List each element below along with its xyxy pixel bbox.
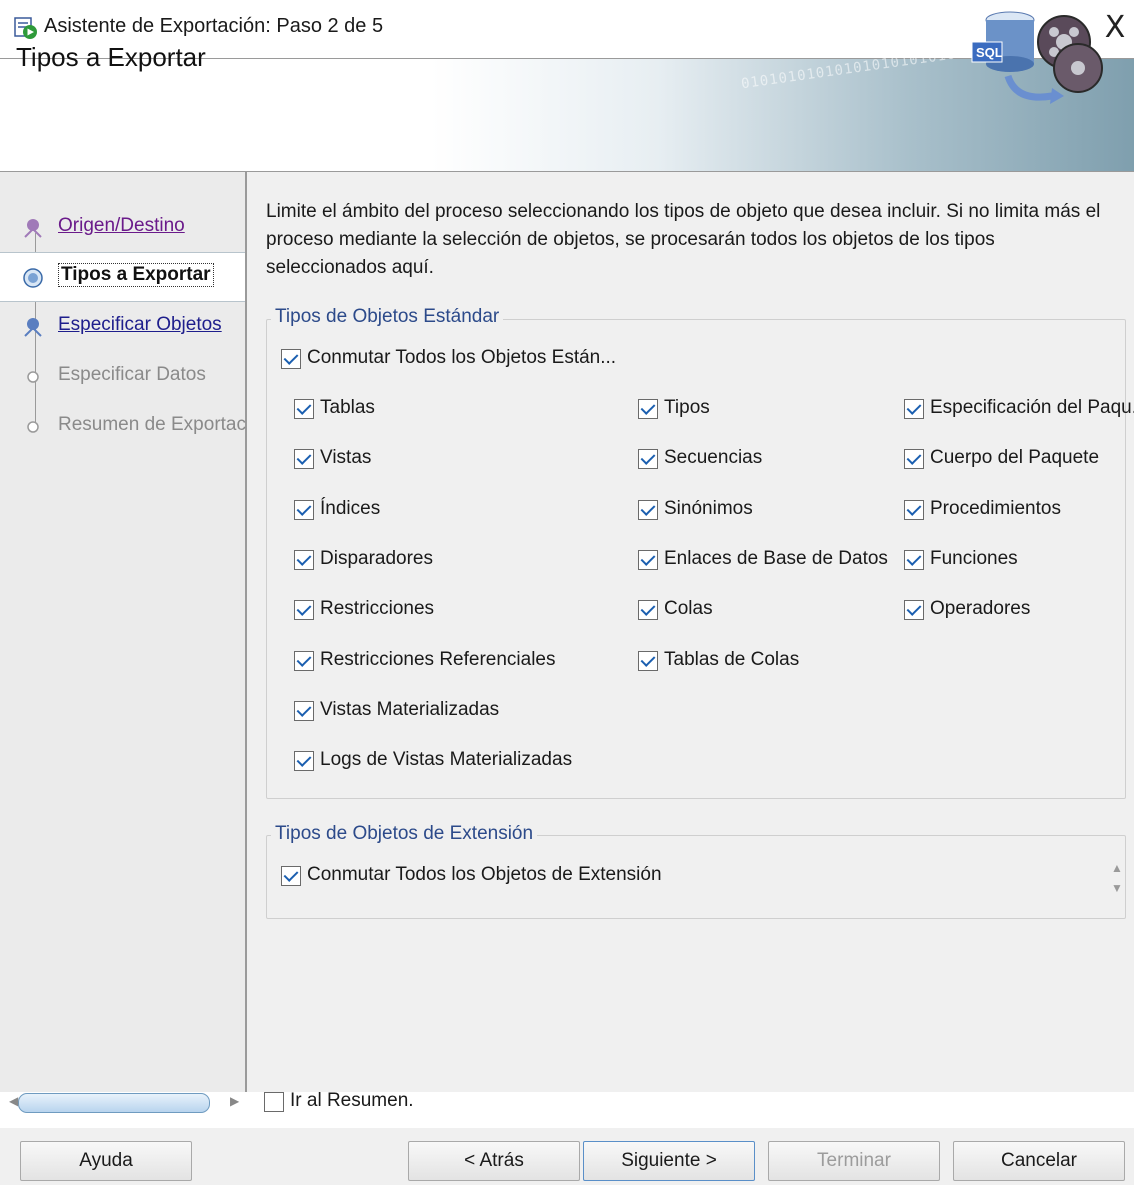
checkbox-label: Especificación del Paqu...	[930, 397, 1134, 418]
nav-step[interactable]: Tipos a Exportar	[0, 252, 245, 302]
checkbox-icon[interactable]	[281, 866, 301, 886]
help-button[interactable]: Ayuda	[20, 1141, 192, 1181]
checkbox-icon[interactable]	[904, 600, 924, 620]
nav-step-label: Origen/Destino	[58, 215, 185, 236]
extension-scroll-arrows[interactable]: ▲ ▼	[1108, 858, 1126, 902]
nav-step-label: Tipos a Exportar	[58, 263, 214, 287]
standard-types-title: Tipos de Objetos Estándar	[271, 306, 504, 328]
checkbox-label: Conmutar Todos los Objetos de Extensión	[307, 864, 662, 885]
checkbox-label: Tipos	[664, 397, 710, 418]
checkbox-label: Disparadores	[320, 548, 433, 569]
checkbox-label: Tablas de Colas	[664, 649, 800, 670]
checkbox-label: Ir al Resumen.	[290, 1090, 414, 1111]
checkbox-icon[interactable]	[638, 399, 658, 419]
nav-step: Resumen de Exportación	[0, 402, 271, 450]
checkbox-icon[interactable]	[904, 550, 924, 570]
checkbox-label: Sinónimos	[664, 498, 753, 519]
step-pending-icon	[27, 421, 39, 433]
nav-step[interactable]: Origen/Destino	[0, 203, 245, 251]
checkbox-icon[interactable]	[638, 600, 658, 620]
checkbox-label: Enlaces de Base de Datos	[664, 548, 888, 569]
checkbox-label: Tablas	[320, 397, 375, 418]
checkbox-label: Colas	[664, 598, 713, 619]
checkbox-icon[interactable]	[638, 651, 658, 671]
window-title: Asistente de Exportación: Paso 2 de 5	[44, 15, 384, 37]
checkbox-icon[interactable]	[904, 500, 924, 520]
checkbox-icon[interactable]	[638, 500, 658, 520]
finish-button[interactable]: Terminar	[768, 1141, 940, 1181]
page-title: Tipos a Exportar	[16, 42, 206, 72]
checkbox-icon[interactable]	[294, 449, 314, 469]
checkbox-icon[interactable]	[281, 349, 301, 369]
next-button[interactable]: Siguiente >	[583, 1141, 755, 1181]
checkbox-label: Cuerpo del Paquete	[930, 447, 1100, 468]
checkbox-label: Vistas Materializadas	[320, 699, 500, 720]
checkbox-label: Logs de Vistas Materializadas	[320, 749, 573, 770]
scroll-left-icon[interactable]: ◀	[9, 1094, 18, 1108]
scrollbar-thumb[interactable]	[18, 1093, 210, 1113]
cancel-button[interactable]: Cancelar	[953, 1141, 1125, 1181]
checkbox-label: Conmutar Todos los Objetos Están...	[307, 347, 617, 368]
checkbox-label: Restricciones Referenciales	[320, 649, 556, 670]
checkbox-icon[interactable]	[638, 550, 658, 570]
step-node-icon	[24, 318, 42, 337]
checkbox-icon[interactable]	[294, 701, 314, 721]
nav-step[interactable]: Especificar Objetos	[0, 302, 245, 350]
intro-text: Limite el ámbito del proceso seleccionan…	[266, 201, 1101, 278]
checkbox-label: Vistas	[320, 447, 372, 468]
nav-step-label: Especificar Objetos	[58, 314, 222, 335]
checkbox-icon[interactable]	[904, 449, 924, 469]
checkbox-icon[interactable]	[294, 500, 314, 520]
checkbox-label: Índices	[320, 498, 381, 519]
checkbox-icon[interactable]	[904, 399, 924, 419]
checkbox-icon[interactable]	[638, 449, 658, 469]
nav-step-label: Resumen de Exportación	[58, 414, 272, 435]
checkbox-icon[interactable]	[294, 751, 314, 771]
checkbox-icon[interactable]	[294, 399, 314, 419]
checkbox-label: Secuencias	[664, 447, 763, 468]
checkbox-icon[interactable]	[294, 651, 314, 671]
back-button[interactable]: < Atrás	[408, 1141, 580, 1181]
nav-step: Especificar Datos	[0, 352, 245, 400]
checkbox-icon[interactable]	[294, 550, 314, 570]
checkbox-label: Funciones	[930, 548, 1018, 569]
checkbox-label: Procedimientos	[930, 498, 1061, 519]
svg-text:SQL: SQL	[976, 45, 1003, 60]
checkbox-label: Restricciones	[320, 598, 435, 619]
nav-step-label: Especificar Datos	[58, 364, 206, 385]
scroll-right-icon[interactable]: ▶	[230, 1094, 239, 1108]
checkbox-icon[interactable]	[264, 1092, 284, 1112]
step-node-icon	[24, 219, 42, 238]
sql-database-export-icon: SQL	[971, 11, 1103, 104]
wizard-icon	[14, 17, 37, 39]
checkbox-icon[interactable]	[294, 600, 314, 620]
step-node-icon	[23, 268, 43, 288]
checkbox-label: Operadores	[930, 598, 1031, 619]
step-pending-icon	[27, 371, 39, 383]
extension-types-title: Tipos de Objetos de Extensión	[271, 823, 538, 845]
header-banner	[0, 58, 1134, 172]
